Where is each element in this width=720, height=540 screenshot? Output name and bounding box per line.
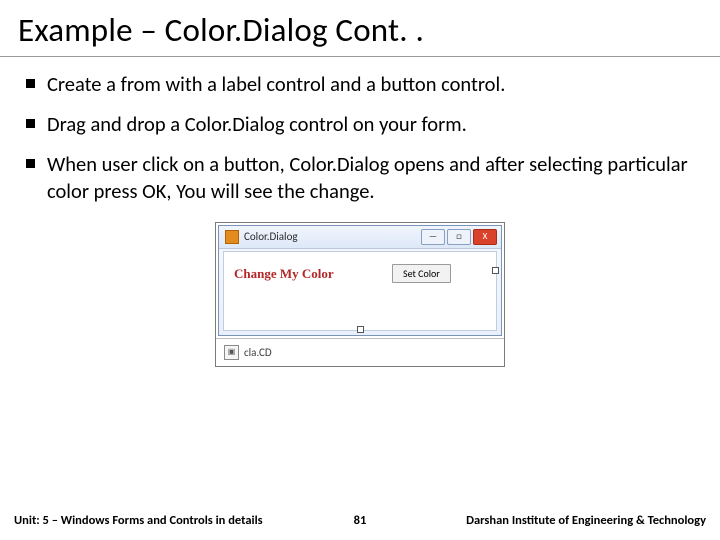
slide-footer: Unit: 5 – Windows Forms and Controls in …	[0, 513, 720, 528]
maximize-icon: □	[456, 232, 461, 241]
bullet-square-icon	[26, 119, 35, 128]
maximize-button[interactable]: □	[447, 229, 471, 245]
close-icon: X	[483, 232, 488, 241]
change-color-label: Change My Color	[234, 266, 334, 282]
minimize-button[interactable]: —	[421, 229, 445, 245]
minimize-icon: —	[429, 232, 437, 241]
bullet-text: Drag and drop a Color.Dialog control on …	[47, 111, 694, 137]
window-titlebar: Color.Dialog — □ X	[219, 226, 501, 249]
resize-handle-icon	[492, 267, 499, 274]
slide: Example – Color.Dialog Cont. . Create a …	[0, 0, 720, 540]
app-icon	[225, 230, 239, 244]
bullet-text: Create a from with a label control and a…	[47, 71, 694, 97]
footer-page-number: 81	[315, 513, 405, 528]
window-controls: — □ X	[421, 229, 497, 245]
bullet-item: Create a from with a label control and a…	[26, 71, 694, 97]
component-icon: ▣	[224, 345, 239, 360]
slide-body: Create a from with a label control and a…	[0, 57, 720, 367]
bullet-item: Drag and drop a Color.Dialog control on …	[26, 111, 694, 137]
footer-unit: Unit: 5 – Windows Forms and Controls in …	[14, 513, 315, 528]
set-color-button[interactable]: Set Color	[392, 264, 451, 283]
resize-handle-icon	[357, 326, 364, 333]
winform-preview: Color.Dialog — □ X Change My Color Set C…	[218, 225, 502, 336]
bullet-square-icon	[26, 79, 35, 88]
slide-title: Example – Color.Dialog Cont. .	[0, 0, 720, 57]
window-client-area: Change My Color Set Color	[223, 251, 497, 331]
component-label: cla.CD	[244, 346, 272, 359]
bullet-text: When user click on a button, Color.Dialo…	[47, 151, 694, 203]
close-button[interactable]: X	[473, 229, 497, 245]
bullet-square-icon	[26, 159, 35, 168]
window-title: Color.Dialog	[244, 230, 421, 243]
figure-area: Color.Dialog — □ X Change My Color Set C…	[26, 222, 694, 367]
footer-institute: Darshan Institute of Engineering & Techn…	[405, 513, 706, 528]
component-tray: ▣ cla.CD	[216, 338, 504, 366]
bullet-item: When user click on a button, Color.Dialo…	[26, 151, 694, 203]
designer-figure: Color.Dialog — □ X Change My Color Set C…	[215, 222, 505, 367]
